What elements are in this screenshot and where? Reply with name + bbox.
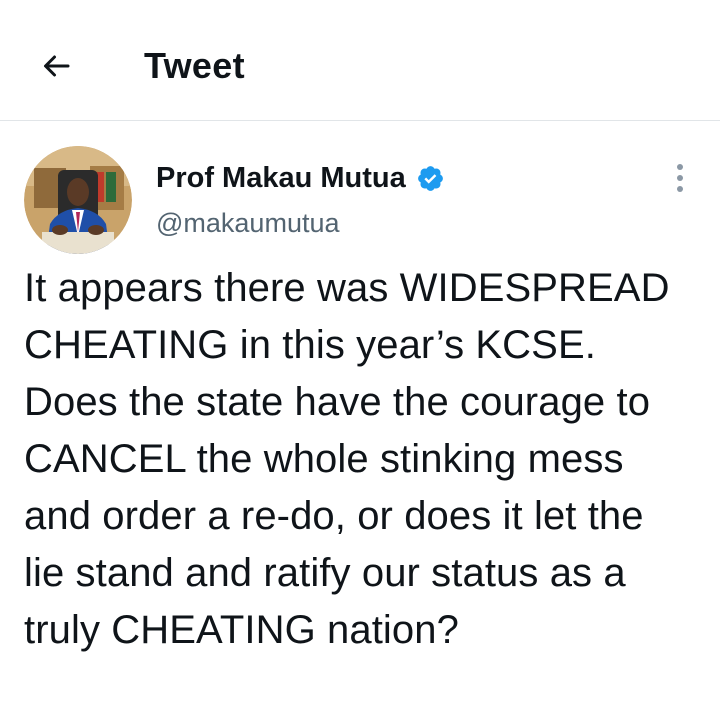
author-handle[interactable]: @makaumutua: [156, 206, 340, 240]
verified-badge-icon: [417, 165, 443, 191]
profile-photo: [24, 146, 132, 254]
avatar[interactable]: [24, 146, 132, 254]
more-options-button[interactable]: [664, 160, 696, 196]
vertical-dots-icon: [677, 164, 683, 192]
author-name[interactable]: Prof Makau Mutua: [156, 160, 445, 196]
page-title: Tweet: [144, 45, 245, 86]
arrow-left-icon: [44, 55, 70, 77]
author-display-name: Prof Makau Mutua: [156, 162, 406, 194]
tweet-text: It appears there was WIDESPREAD CHEATING…: [24, 266, 681, 652]
back-button[interactable]: [36, 46, 76, 86]
tweet-header: Tweet: [0, 0, 720, 121]
